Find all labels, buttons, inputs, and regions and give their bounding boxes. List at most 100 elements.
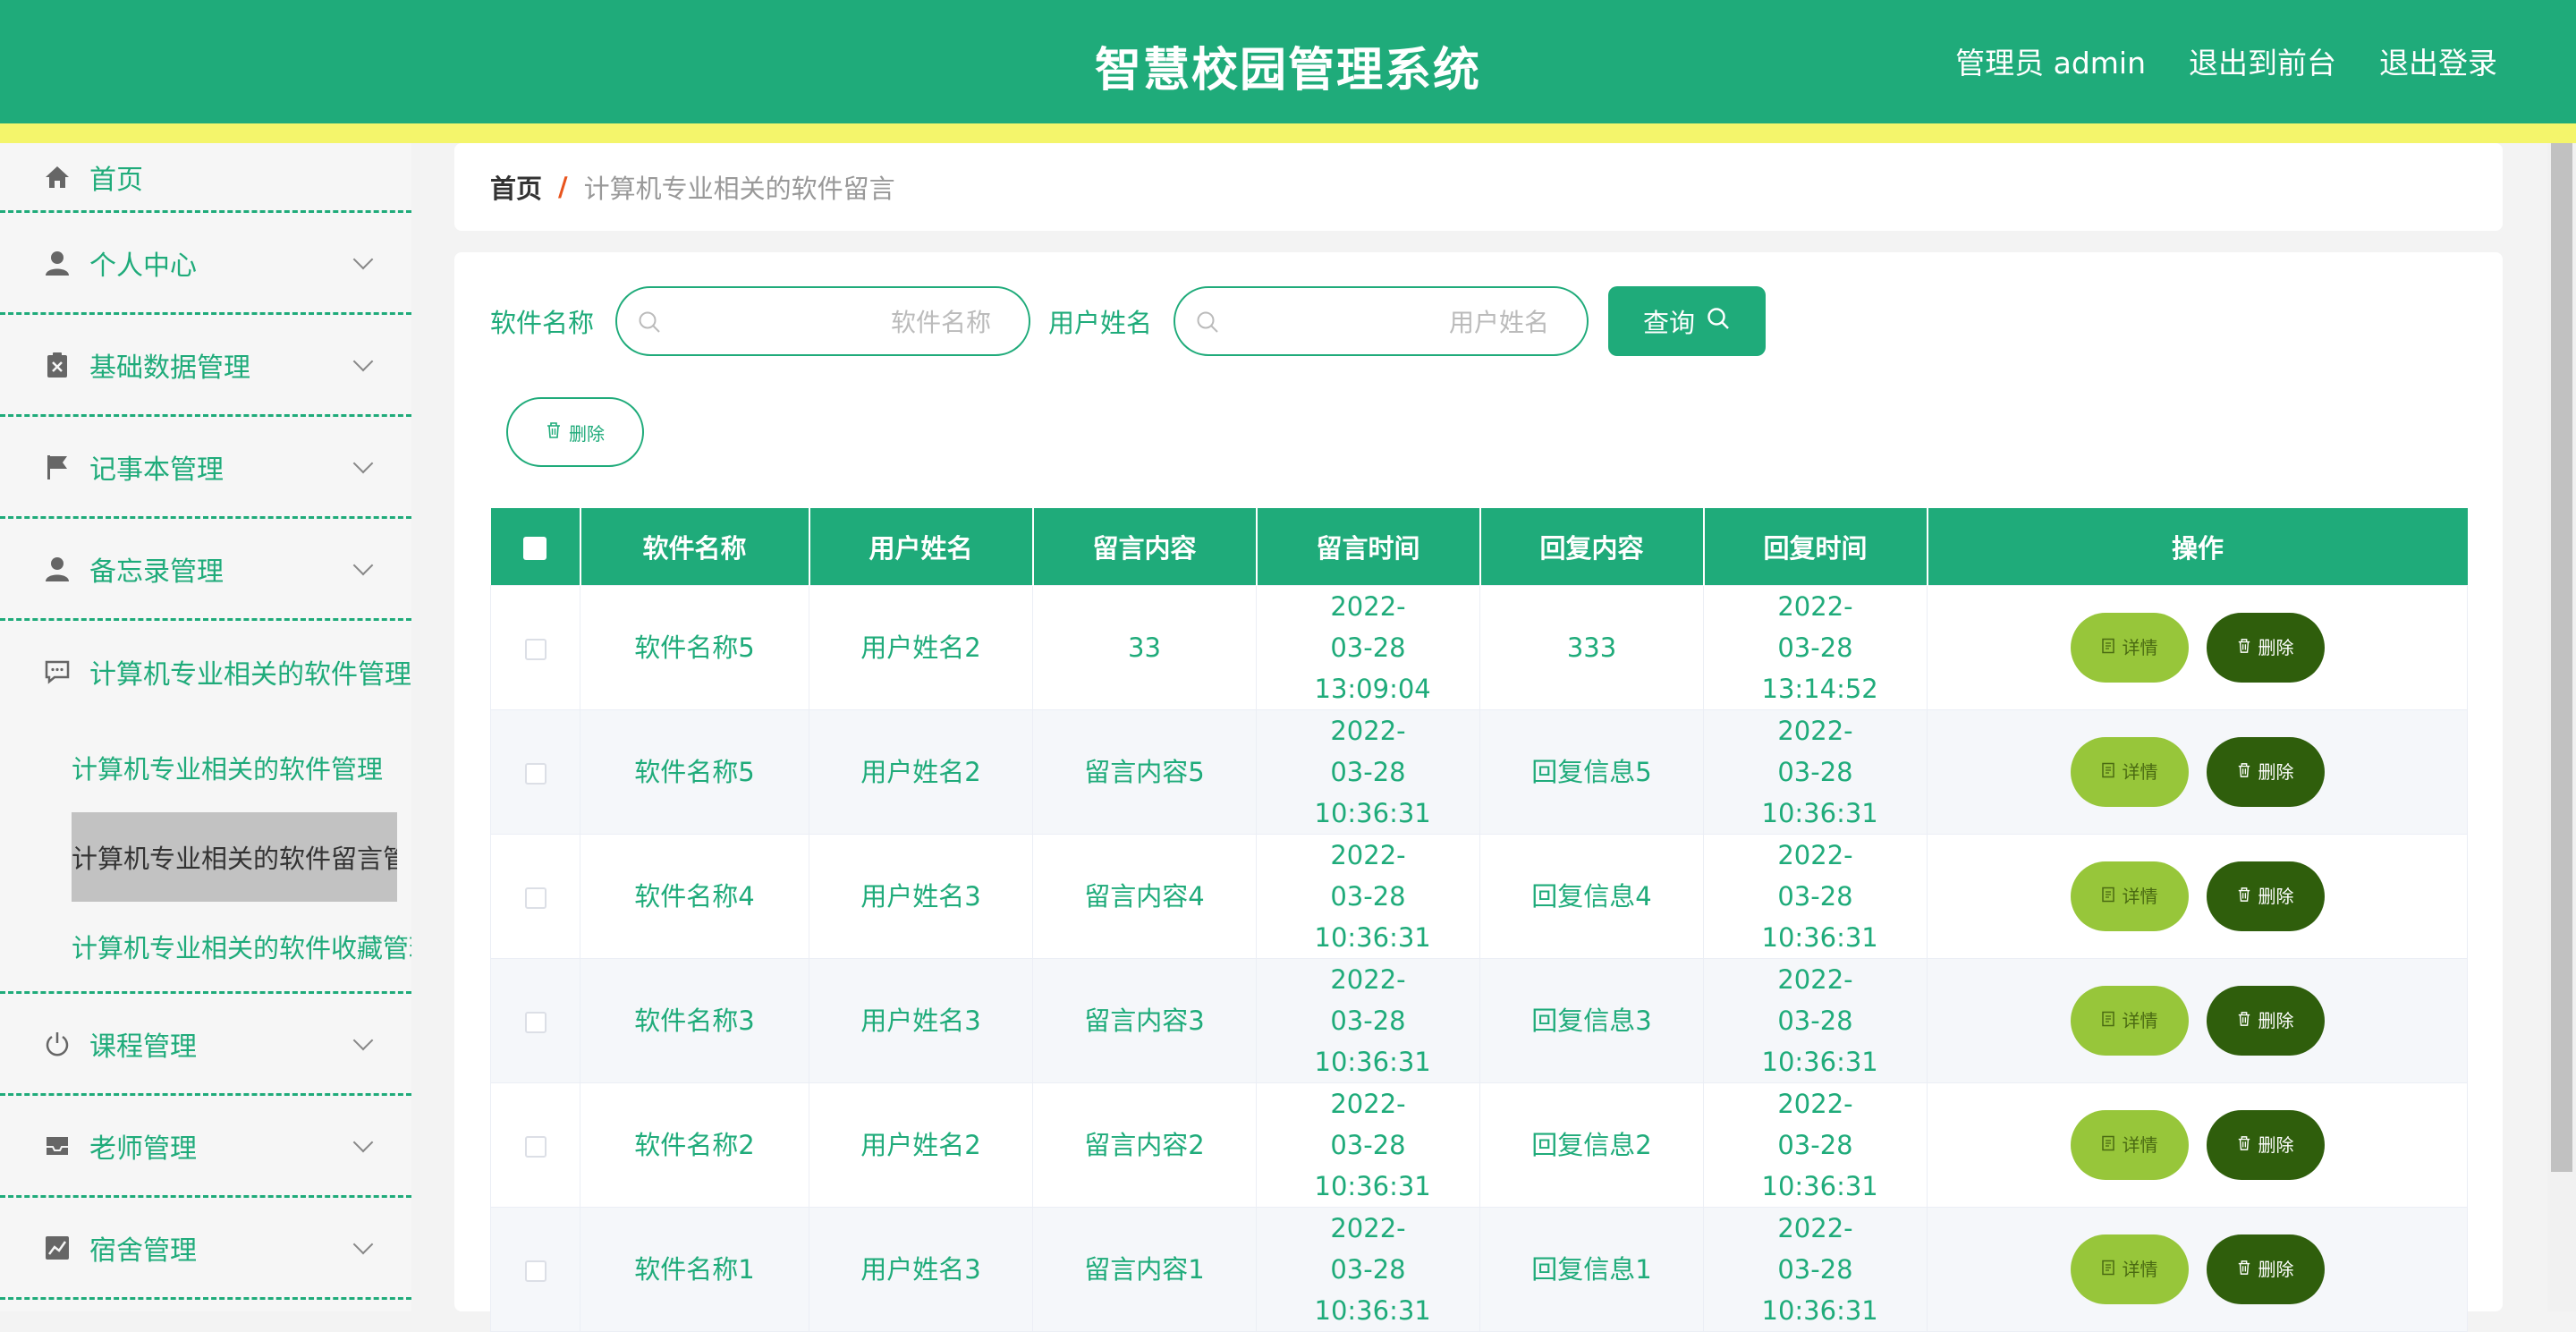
row-checkbox[interactable] [524,887,547,909]
batch-delete-label: 删除 [569,422,605,445]
message-time-cell: 2022-03-28 10:36:31 [1256,709,1480,835]
detail-button[interactable]: 详情 [2070,1110,2189,1180]
sidebar-item-label: 记事本管理 [89,454,224,486]
delete-button[interactable]: 删除 [2206,1110,2325,1180]
row-select-cell [490,958,580,1083]
reply-time-cell-text: 2022-03-28 10:36:31 [1761,964,1878,1077]
exit-to-front-link[interactable]: 退出到前台 [2189,39,2336,82]
row-select-cell [490,1207,580,1332]
reply-content-cell: 回复信息5 [1479,709,1704,835]
column-header: 操作 [1927,508,2468,586]
detail-button-label: 详情 [2122,886,2158,907]
page-scrollbar[interactable] [2547,143,2576,1311]
top-header: 智慧校园管理系统 管理员 admin 退出到前台 退出登录 [0,0,2576,143]
reply-time-cell-text: 2022-03-28 10:36:31 [1761,840,1878,953]
user-name-label: 用户姓名 [1048,308,1153,338]
table-row: 软件名称2 用户姓名2 留言内容2 2022-03-28 10:36:31 回复信息2 2… [490,1082,2468,1208]
actions-cell: 详情 删除 [1927,958,2468,1083]
breadcrumb-home[interactable]: 首页 [490,168,542,206]
sidebar-group-software: 计算机专业相关的软件管理 计算机专业相关的软件管理 计算机专业相关的软件留言管理… [0,621,411,994]
chevron-down-icon [352,1030,374,1050]
query-button-label: 查询 [1643,308,1696,338]
detail-button[interactable]: 详情 [2070,986,2189,1056]
sidebar-item-label: 个人中心 [89,250,197,282]
delete-button[interactable]: 删除 [2206,861,2325,931]
sidebar-item-notebook[interactable]: 记事本管理 [0,417,411,519]
scrollbar-thumb[interactable] [2551,143,2572,1172]
delete-button[interactable]: 删除 [2206,986,2325,1056]
user-name-cell: 用户姓名3 [809,834,1033,959]
sidebar-item-label: 备忘录管理 [89,556,224,588]
document-icon [2101,751,2115,793]
message-content-cell: 留言内容3 [1032,958,1257,1083]
column-header: 留言时间 [1256,508,1481,586]
delete-button[interactable]: 删除 [2206,1234,2325,1304]
detail-button[interactable]: 详情 [2070,1234,2189,1304]
power-icon [43,1030,72,1058]
message-content-cell: 留言内容2 [1032,1082,1257,1208]
message-time-cell-text: 2022-03-28 10:36:31 [1314,716,1431,828]
trash-icon [2237,1124,2251,1166]
detail-button[interactable]: 详情 [2070,613,2189,683]
sidebar-item-memo[interactable]: 备忘录管理 [0,519,411,621]
software-name-input[interactable] [680,301,994,344]
software-name-label: 软件名称 [490,308,595,338]
table-row: 软件名称5 用户姓名2 33 2022-03-28 13:09:04 333 2022-0… [490,585,2468,710]
message-time-cell: 2022-03-28 13:09:04 [1256,585,1480,710]
select-all-checkbox[interactable] [523,537,547,560]
sidebar-item-courses[interactable]: 课程管理 [0,994,411,1096]
select-all-cell [490,508,581,586]
reply-time-cell: 2022-03-28 10:36:31 [1703,958,1928,1083]
sidebar-item-label: 课程管理 [89,1031,197,1063]
trash-icon [546,421,562,444]
table-body: 软件名称5 用户姓名2 33 2022-03-28 13:09:04 333 2022-0… [490,585,2468,1332]
submenu-item-software-messages[interactable]: 计算机专业相关的软件留言管理 [72,812,397,902]
submenu-item-software-favorites[interactable]: 计算机专业相关的软件收藏管理 [0,902,411,991]
row-checkbox[interactable] [524,1260,547,1282]
reply-content-cell: 回复信息1 [1479,1207,1704,1332]
reply-content-cell: 333 [1479,585,1704,710]
chevron-down-icon [352,1132,374,1152]
row-checkbox[interactable] [524,1136,547,1158]
delete-button-label: 删除 [2258,1010,2294,1031]
software-name-cell: 软件名称3 [580,958,809,1083]
logout-link[interactable]: 退出登录 [2379,39,2497,82]
row-checkbox[interactable] [524,1012,547,1033]
message-table: 软件名称 用户姓名 留言内容 留言时间 回复内容 回复时间 操作 软件名称5 用户… [490,508,2468,1332]
delete-button[interactable]: 删除 [2206,613,2325,683]
sidebar-item-software-management[interactable]: 计算机专业相关的软件管理 [0,621,411,723]
document-icon [2101,1000,2115,1041]
trash-icon [2237,751,2251,793]
sidebar-item-teachers[interactable]: 老师管理 [0,1096,411,1198]
query-button[interactable]: 查询 [1608,286,1767,356]
row-checkbox[interactable] [524,639,547,660]
detail-button[interactable]: 详情 [2070,861,2189,931]
chat-icon [43,658,72,686]
sidebar-item-dormitory[interactable]: 宿舍管理 [0,1198,411,1300]
user-name-input[interactable] [1238,301,1552,344]
user-name-cell: 用户姓名3 [809,958,1033,1083]
chevron-down-icon [352,1234,374,1254]
sidebar-item-personal-center[interactable]: 个人中心 [0,213,411,315]
chevron-down-icon [352,249,374,269]
trash-icon [2237,876,2251,917]
software-name-cell: 软件名称2 [580,1082,809,1208]
delete-button-label: 删除 [2258,886,2294,907]
reply-content-cell: 回复信息3 [1479,958,1704,1083]
user-name-cell: 用户姓名2 [809,585,1033,710]
detail-button-label: 详情 [2122,1259,2158,1280]
row-actions: 详情 删除 [1928,613,2467,683]
sidebar-item-basic-data[interactable]: 基础数据管理 [0,315,411,417]
software-name-cell: 软件名称4 [580,834,809,959]
sidebar-item-home[interactable]: 首页 [0,143,411,213]
submenu-item-software[interactable]: 计算机专业相关的软件管理 [0,723,411,812]
batch-delete-button[interactable]: 删除 [506,397,644,467]
software-name-cell: 软件名称1 [580,1207,809,1332]
chevron-down-icon [352,555,374,575]
home-icon [43,163,72,191]
delete-button[interactable]: 删除 [2206,737,2325,807]
document-icon [2101,1249,2115,1290]
row-checkbox[interactable] [524,763,547,785]
reply-time-cell-text: 2022-03-28 10:36:31 [1761,1089,1878,1201]
detail-button[interactable]: 详情 [2070,737,2189,807]
